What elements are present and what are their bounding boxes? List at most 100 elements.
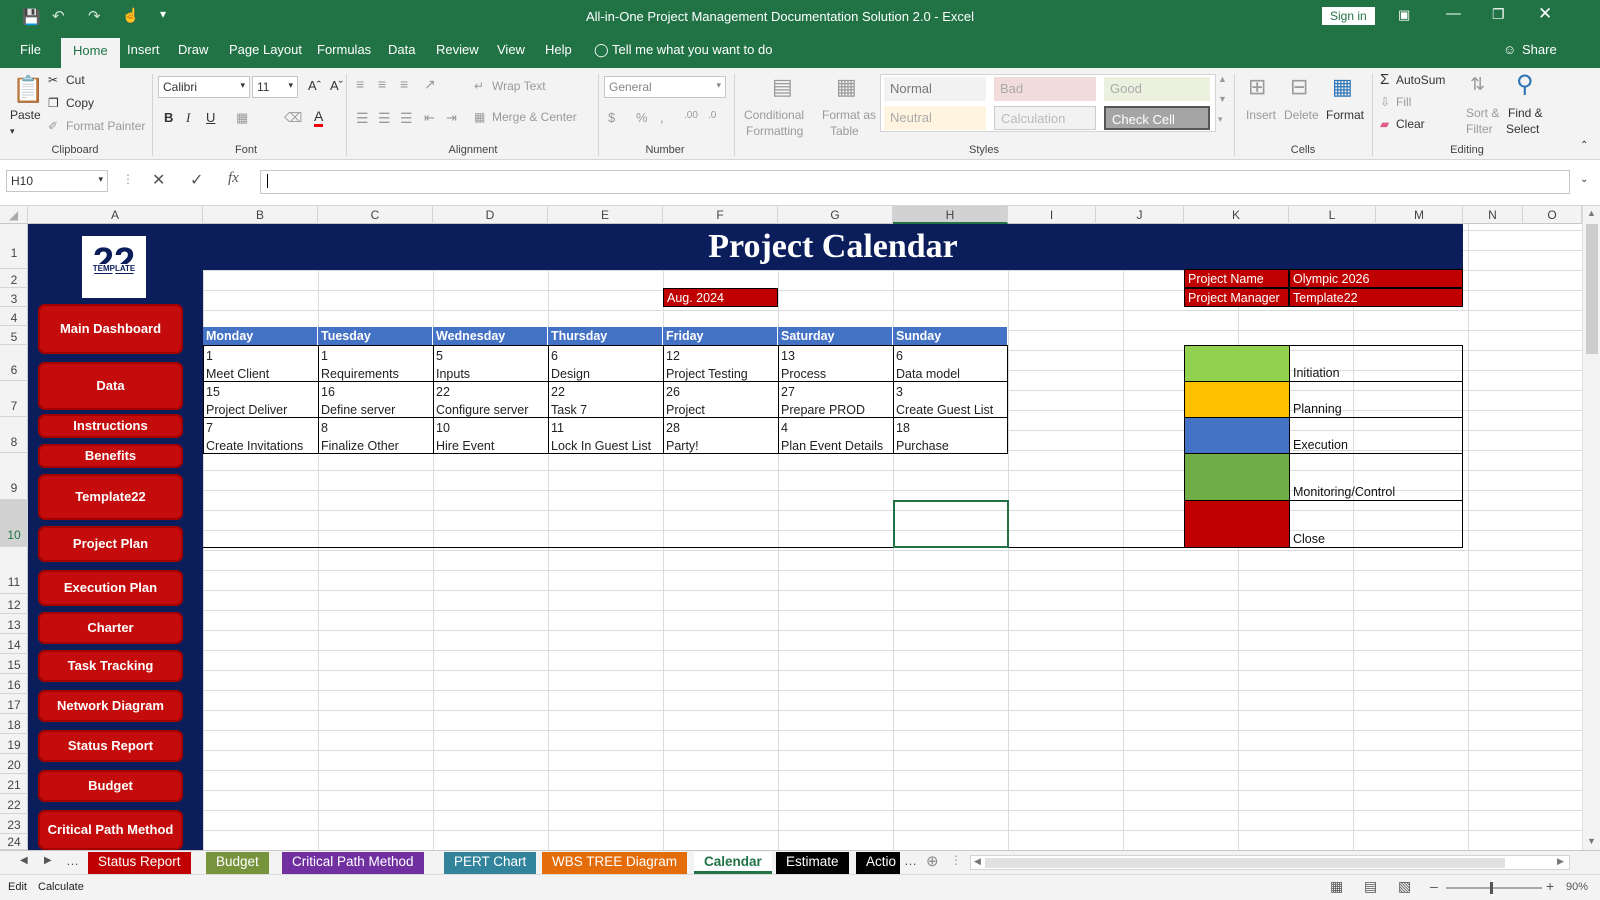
calendar-cell[interactable]: 10 Hire Event xyxy=(433,417,549,454)
calendar-cell[interactable]: 6 Design xyxy=(548,345,664,382)
horizontal-scrollbar[interactable]: ◀ ▶ xyxy=(970,855,1570,870)
format-as-table-button[interactable]: Format as xyxy=(822,108,876,122)
row-header[interactable]: 3 xyxy=(0,288,28,307)
row-header[interactable]: 11 xyxy=(0,547,28,594)
column-header[interactable]: M xyxy=(1376,206,1463,224)
fill-color-icon[interactable]: ⌫ xyxy=(284,110,302,126)
sheet-tab-calendar-active[interactable]: Calendar xyxy=(694,852,772,874)
calendar-cell[interactable]: 1 Meet Client xyxy=(203,345,319,382)
format-painter-button[interactable]: Format Painter xyxy=(66,119,145,133)
nav-execution-plan[interactable]: Execution Plan xyxy=(38,570,183,606)
row-header[interactable]: 16 xyxy=(0,674,28,694)
row-header[interactable]: 14 xyxy=(0,634,28,654)
column-header[interactable]: K xyxy=(1184,206,1289,224)
cancel-icon[interactable]: ✕ xyxy=(152,170,165,190)
tab-data[interactable]: Data xyxy=(388,42,415,57)
font-name-select[interactable]: Calibri ▾ xyxy=(158,76,250,98)
sheet-tab-actio[interactable]: Actio xyxy=(856,852,901,874)
nav-data[interactable]: Data xyxy=(38,362,183,410)
calendar-cell[interactable]: 15 Project Deliver xyxy=(203,381,319,418)
calendar-cell[interactable]: 8 Finalize Other xyxy=(318,417,434,454)
decrease-font-icon[interactable]: Aˇ xyxy=(330,78,343,93)
calendar-cell[interactable]: 26 Project xyxy=(663,381,779,418)
hscroll-thumb[interactable] xyxy=(985,858,1505,868)
nav-main-dashboard[interactable]: Main Dashboard xyxy=(38,304,183,354)
calendar-cell[interactable]: 28 Party! xyxy=(663,417,779,454)
style-bad[interactable]: Bad xyxy=(994,77,1096,101)
number-format-select[interactable]: General ▾ xyxy=(604,76,726,98)
nav-project-plan[interactable]: Project Plan xyxy=(38,526,183,562)
font-size-select[interactable]: 11 ▾ xyxy=(252,76,298,98)
merge-center-button[interactable]: Merge & Center xyxy=(492,110,577,124)
sheet-tab-critical-path-method[interactable]: Critical Path Method xyxy=(282,852,424,874)
sheet-tab-pert-chart[interactable]: PERT Chart xyxy=(444,852,537,874)
vertical-scrollbar[interactable]: ▲ ▼ xyxy=(1582,206,1600,850)
calendar-cell[interactable]: 4 Plan Event Details xyxy=(778,417,894,454)
sheet-tab-budget[interactable]: Budget xyxy=(206,852,269,874)
format-cells-button[interactable]: Format xyxy=(1326,108,1364,122)
styles-more-icon[interactable]: ▾ xyxy=(1218,114,1223,125)
column-header[interactable]: D xyxy=(433,206,548,224)
underline-icon[interactable]: U xyxy=(206,110,215,125)
italic-icon[interactable]: I xyxy=(186,110,190,126)
calendar-cell[interactable]: 16 Define server xyxy=(318,381,434,418)
calendar-cell[interactable]: 3 Create Guest List xyxy=(893,381,1008,418)
nav-template22[interactable]: Template22 xyxy=(38,474,183,520)
styles-scroll-up-icon[interactable]: ▲ xyxy=(1218,74,1227,84)
calendar-cell[interactable]: 27 Prepare PROD xyxy=(778,381,894,418)
column-header[interactable]: C xyxy=(318,206,433,224)
column-header[interactable]: F xyxy=(663,206,778,224)
tab-splitter-icon[interactable]: ⋮ xyxy=(950,853,962,867)
tab-review[interactable]: Review xyxy=(436,42,479,57)
add-sheet-icon[interactable]: ⊕ xyxy=(926,852,939,870)
zoom-level[interactable]: 90% xyxy=(1566,881,1588,893)
calendar-cell[interactable]: 5 Inputs xyxy=(433,345,549,382)
column-header[interactable]: N xyxy=(1463,206,1523,224)
row-header[interactable]: 7 xyxy=(0,381,28,417)
row-header[interactable]: 8 xyxy=(0,417,28,453)
align-right-icon[interactable]: ☰ xyxy=(400,110,413,127)
conditional-formatting-button[interactable]: Conditional xyxy=(744,108,804,122)
calendar-cell[interactable]: 18 Purchase xyxy=(893,417,1008,454)
prev-sheet-icon[interactable]: ◀ xyxy=(20,855,28,866)
tab-home[interactable]: Home xyxy=(61,38,120,68)
row-header[interactable]: 9 xyxy=(0,453,28,500)
select-all-corner[interactable]: ◢ xyxy=(0,206,28,224)
zoom-out-icon[interactable]: – xyxy=(1430,878,1438,894)
row-header[interactable]: 21 xyxy=(0,774,28,794)
styles-scroll-down-icon[interactable]: ▼ xyxy=(1218,94,1227,104)
tab-draw[interactable]: Draw xyxy=(178,42,208,57)
align-center-icon[interactable]: ☰ xyxy=(378,110,391,127)
sheet-tab-estimate[interactable]: Estimate xyxy=(776,852,849,874)
style-neutral[interactable]: Neutral xyxy=(884,106,986,130)
paste-button[interactable]: Paste xyxy=(10,108,41,122)
percent-icon[interactable]: % xyxy=(636,110,648,125)
row-header[interactable]: 13 xyxy=(0,614,28,634)
nav-network-diagram[interactable]: Network Diagram xyxy=(38,690,183,722)
formula-input[interactable] xyxy=(260,170,1570,194)
selected-cell[interactable] xyxy=(893,500,1009,548)
tab-view[interactable]: View xyxy=(497,42,525,57)
style-normal[interactable]: Normal xyxy=(884,77,986,101)
decrease-decimal-icon[interactable]: .0 xyxy=(708,110,716,121)
increase-font-icon[interactable]: Aˆ xyxy=(308,78,321,93)
column-header[interactable]: E xyxy=(548,206,663,224)
row-header[interactable]: 6 xyxy=(0,345,28,381)
nav-task-tracking[interactable]: Task Tracking xyxy=(38,650,183,682)
name-box[interactable]: H10 ▾ xyxy=(6,170,108,192)
calendar-cell[interactable]: 6 Data model xyxy=(893,345,1008,382)
row-header[interactable]: 12 xyxy=(0,594,28,614)
month-label[interactable]: Aug. 2024 xyxy=(663,288,778,307)
borders-icon[interactable]: ▦ xyxy=(236,110,248,126)
column-header[interactable]: G xyxy=(778,206,893,224)
row-header[interactable]: 20 xyxy=(0,754,28,774)
nav-critical-path-method[interactable]: Critical Path Method xyxy=(38,810,183,850)
align-middle-icon[interactable]: ≡ xyxy=(378,76,386,92)
nav-charter[interactable]: Charter xyxy=(38,612,183,644)
tab-file[interactable]: File xyxy=(20,42,41,57)
scroll-right-icon[interactable]: ▶ xyxy=(1557,856,1564,867)
sheet-tab-wbs-tree-diagram[interactable]: WBS TREE Diagram xyxy=(542,852,688,874)
column-header[interactable]: I xyxy=(1008,206,1096,224)
orientation-icon[interactable]: ↗ xyxy=(424,76,436,93)
calendar-cell[interactable]: 7 Create Invitations xyxy=(203,417,319,454)
